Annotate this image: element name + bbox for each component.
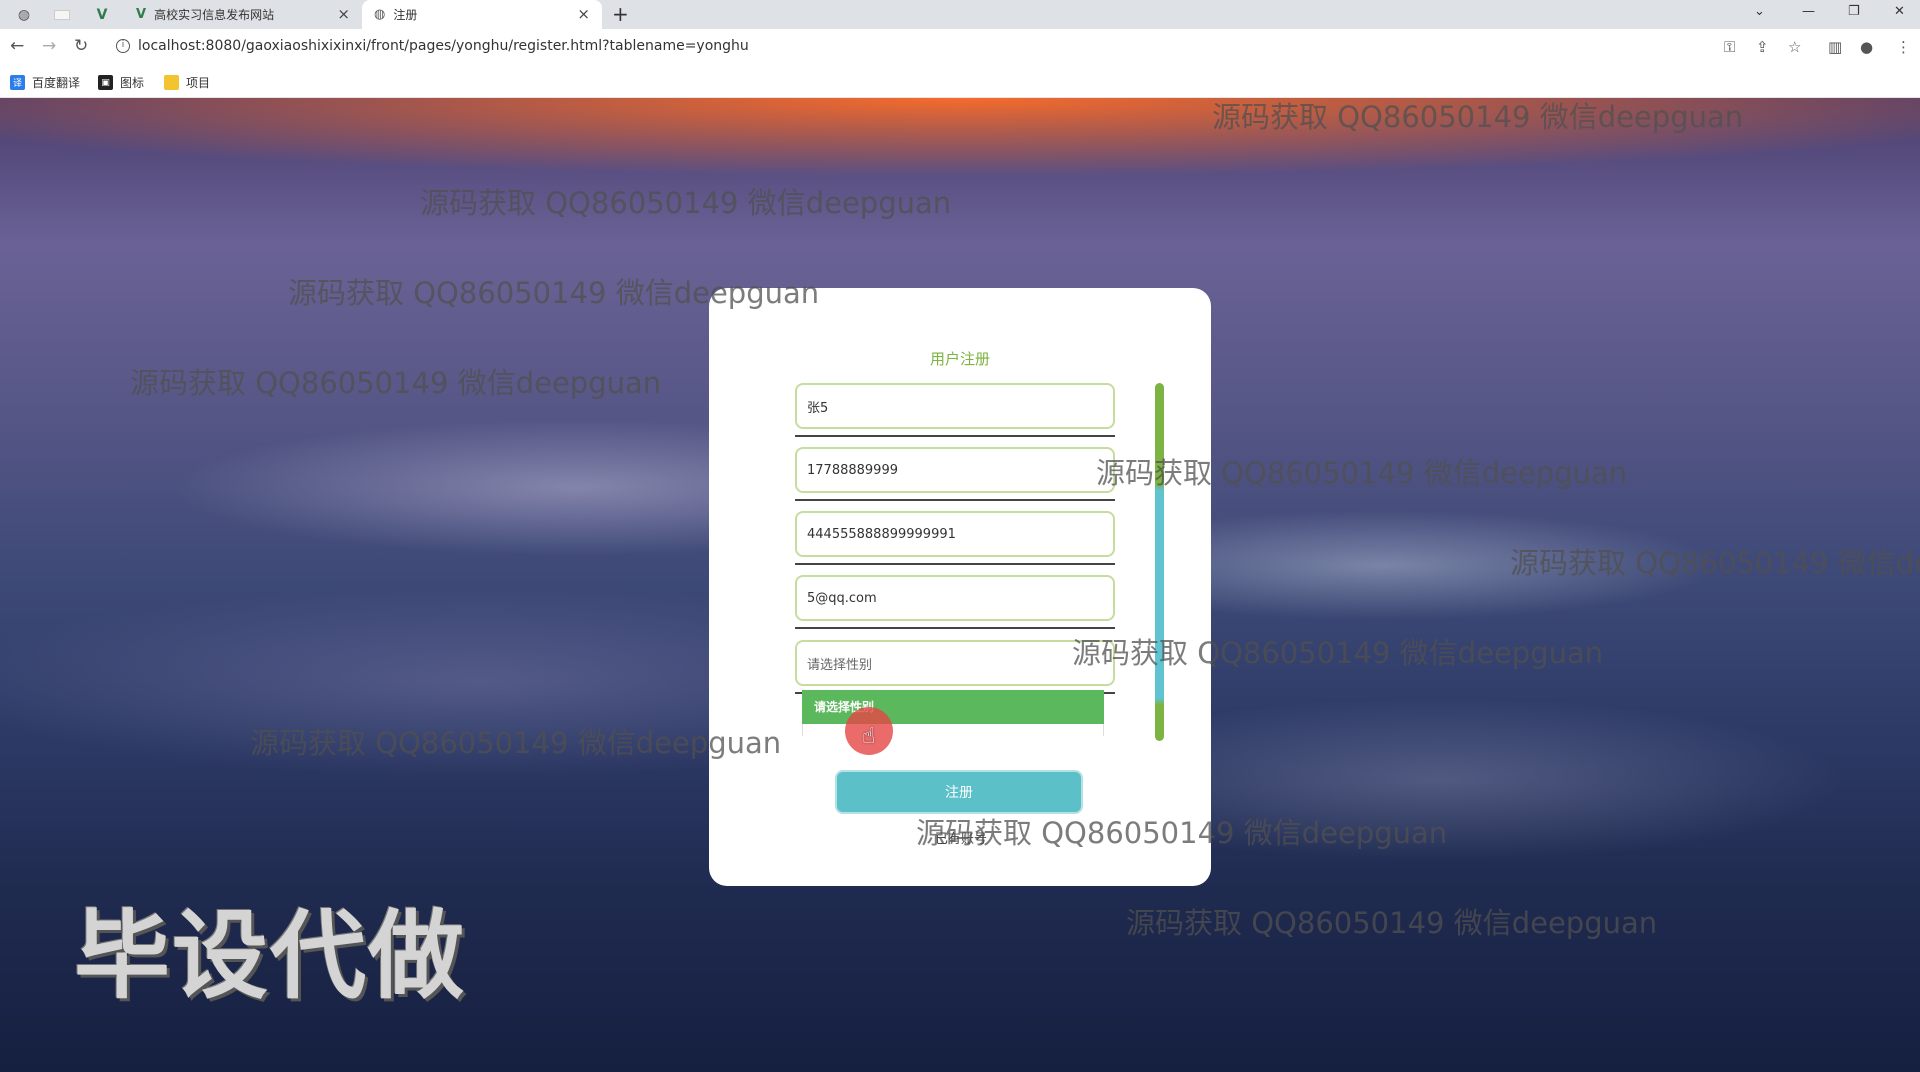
reload-icon[interactable]: ↻ <box>74 36 88 56</box>
translate-icon: 译 <box>10 75 25 90</box>
email-input[interactable] <box>795 575 1115 621</box>
new-tab-button[interactable]: + <box>612 3 629 25</box>
pinned-tab-vue[interactable]: V <box>84 0 120 29</box>
address-bar-row: ← → ↻ i localhost:8080/gaoxiaoshixixinxi… <box>0 29 1920 66</box>
watermark: 源码获取 QQ86050149 微信deepguan <box>288 276 820 310</box>
bookmarks-bar: 译 百度翻译 ▣ 图标 项目 <box>0 66 1920 98</box>
page-title: 用户注册 <box>929 350 990 368</box>
tab-site[interactable]: V 高校实习信息发布网站 × <box>124 0 362 29</box>
side-panel-icon[interactable]: ▥ <box>1828 38 1842 56</box>
username-field-group <box>795 383 1115 437</box>
phone-field-group <box>795 447 1115 501</box>
minimize-icon[interactable]: — <box>1802 4 1815 19</box>
watermark: 源码获取 QQ86050149 微信deepguan <box>916 816 1448 850</box>
image-icon: ▣ <box>98 75 113 90</box>
bookmark-label: 百度翻译 <box>32 76 81 90</box>
vue-logo-icon: V <box>136 7 147 22</box>
back-arrow-icon[interactable]: ← <box>10 36 24 56</box>
register-button[interactable]: 注册 <box>835 770 1083 814</box>
tab-close-icon[interactable]: × <box>337 7 350 22</box>
globe-icon: ◍ <box>17 6 31 23</box>
progress-side-bar <box>1155 383 1164 741</box>
phone-input[interactable] <box>795 447 1115 493</box>
tab-title: 注册 <box>393 8 418 22</box>
gender-select[interactable]: 请选择性别 <box>795 640 1115 686</box>
bookmark-icons[interactable]: ▣ 图标 <box>98 74 144 91</box>
globe-icon: ◍ <box>374 7 386 22</box>
blank-page-icon <box>54 9 70 20</box>
key-icon[interactable]: ⚿ <box>1724 38 1735 56</box>
field-divider <box>795 563 1115 565</box>
close-window-icon[interactable]: ✕ <box>1894 4 1905 19</box>
folder-icon <box>164 75 179 90</box>
field-divider <box>795 435 1115 437</box>
share-icon[interactable]: ⇪ <box>1756 38 1769 56</box>
site-info-icon[interactable]: i <box>116 39 130 53</box>
field-divider <box>795 499 1115 501</box>
gender-select-placeholder: 请选择性别 <box>807 657 873 673</box>
forward-arrow-icon[interactable]: → <box>42 36 56 56</box>
pinned-tab-blank[interactable] <box>44 0 80 29</box>
profile-avatar-icon[interactable]: ● <box>1860 38 1873 56</box>
tab-register[interactable]: ◍ 注册 × <box>362 0 602 29</box>
url-field[interactable]: localhost:8080/gaoxiaoshixixinxi/front/p… <box>138 38 749 54</box>
hand-cursor-icon: ☝ <box>862 724 876 749</box>
username-input[interactable] <box>795 383 1115 429</box>
id-card-field-group <box>795 511 1115 565</box>
id-card-input[interactable] <box>795 511 1115 557</box>
watermark: 源码获取 QQ86050149 微信deepguan <box>420 186 952 220</box>
bookmark-baidu-translate[interactable]: 译 百度翻译 <box>10 74 80 91</box>
vue-logo-icon: V <box>96 6 108 23</box>
tab-title: 高校实习信息发布网站 <box>154 8 275 22</box>
bookmark-label: 图标 <box>120 76 145 90</box>
star-icon[interactable]: ☆ <box>1788 38 1801 56</box>
watermark: 源码获取 QQ86050149 微信deepguan <box>1096 456 1628 490</box>
menu-dots-icon[interactable]: ⋮ <box>1896 38 1911 56</box>
tab-search-chevron-icon[interactable]: ⌄ <box>1754 4 1765 19</box>
watermark: 源码获取 QQ86050149 微信deepguan <box>1126 906 1658 940</box>
tab-close-icon[interactable]: × <box>577 7 590 22</box>
pinned-tab-globe[interactable]: ◍ <box>6 0 42 29</box>
watermark: 源码获取 QQ86050149 微信deepguan <box>1212 100 1744 134</box>
register-card: 用户注册 请选择性别 请选择性别 注册 已有账号 <box>709 288 1211 886</box>
browser-tab-bar: ◍ V V 高校实习信息发布网站 × ◍ 注册 × + ⌄ — ❐ ✕ <box>0 0 1920 29</box>
field-divider <box>795 627 1115 629</box>
bookmark-projects[interactable]: 项目 <box>164 74 210 91</box>
promo-overlay-text: 毕设代做 <box>74 900 466 1012</box>
bookmark-label: 项目 <box>186 76 211 90</box>
watermark: 源码获取 QQ86050149 微信deepguan <box>130 366 662 400</box>
watermark: 源码获取 QQ86050149 微信deepguan <box>1072 636 1604 670</box>
watermark: 源码获取 QQ86050149 微信deepguan <box>1510 546 1920 580</box>
restore-icon[interactable]: ❐ <box>1848 4 1860 19</box>
watermark: 源码获取 QQ86050149 微信deepguan <box>250 726 782 760</box>
email-field-group <box>795 575 1115 629</box>
